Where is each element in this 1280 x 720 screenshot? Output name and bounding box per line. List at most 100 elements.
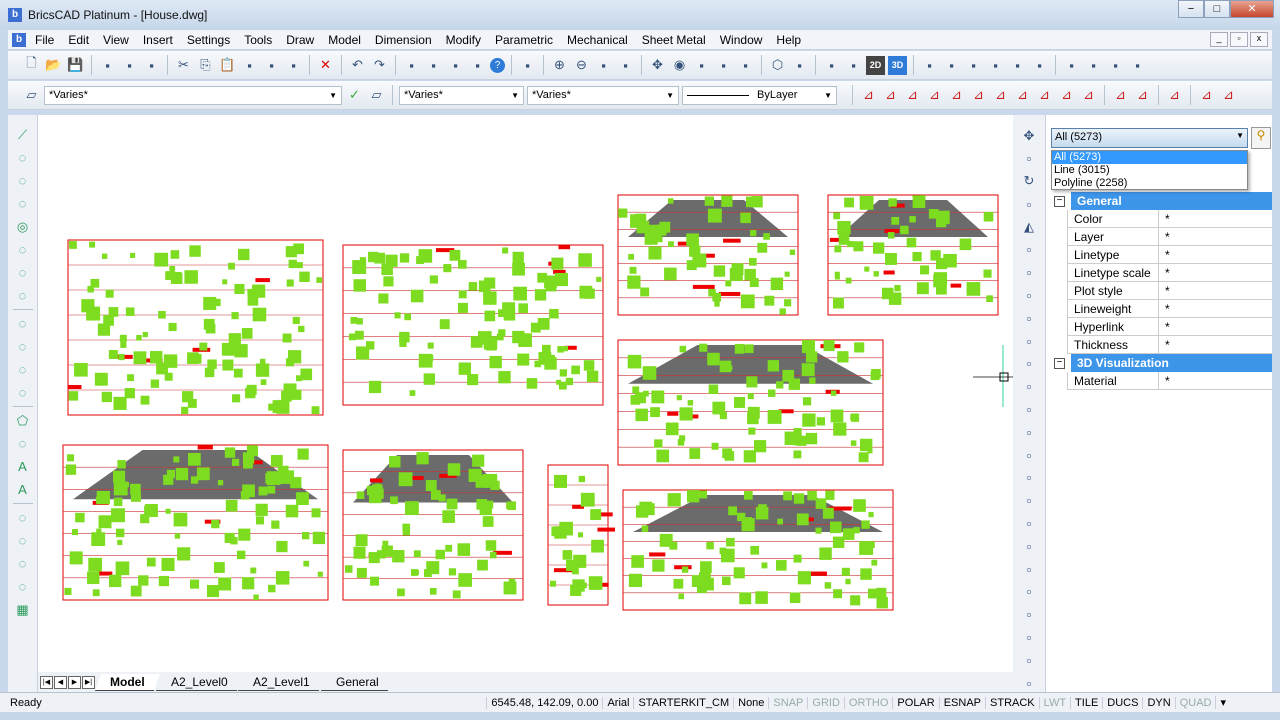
option-line[interactable]: Line (3015) [1052,164,1247,177]
menu-insert[interactable]: Insert [136,33,180,47]
toggle-quad[interactable]: QUAD [1174,696,1216,709]
undo-icon[interactable]: ↶ [348,56,367,75]
property-row[interactable]: Layer * [1067,228,1272,246]
menu-mechanical[interactable]: Mechanical [560,33,635,47]
selection-filter-combo[interactable]: All (5273) ▼ [1051,128,1248,148]
tab-general[interactable]: General [321,673,394,691]
snap-nearest-icon[interactable]: ⊿ [1079,86,1098,105]
insert-block-icon[interactable]: ◌ [13,531,32,550]
tab-a2-level1[interactable]: A2_Level1 [238,673,326,691]
dim-center-icon[interactable]: ▪ [1128,56,1147,75]
select-icon[interactable]: ▪ [284,56,303,75]
last-tab-button[interactable]: ▶| [82,675,95,689]
toggle-snap[interactable]: SNAP [768,696,807,709]
property-value[interactable]: * [1159,228,1272,245]
menu-view[interactable]: View [96,33,136,47]
properties-icon[interactable]: ▪ [402,56,421,75]
property-value[interactable]: * [1159,318,1272,335]
linetype-combo[interactable]: *Varies* ▼ [527,85,679,105]
polygon-icon[interactable]: ⬠ [13,411,32,430]
copy-entity-icon[interactable]: ▫ [1020,150,1039,168]
delete-icon[interactable]: ✕ [316,56,335,75]
ellipse-icon[interactable]: ◌ [13,383,32,402]
perspective-icon[interactable]: ▪ [736,56,755,75]
render-icon[interactable]: ▪ [790,56,809,75]
chamfer-icon[interactable]: ▫ [1020,446,1039,464]
dim-diameter-icon[interactable]: ▪ [1030,56,1049,75]
snap-endpoint-icon[interactable]: ⊿ [859,86,878,105]
menu-settings[interactable]: Settings [180,33,237,47]
rectangle-icon[interactable]: ◌ [13,171,32,190]
cut-icon[interactable]: ✂ [174,56,193,75]
zoom-out-icon[interactable]: ⊖ [572,56,591,75]
snap-intersection-icon[interactable]: ⊿ [969,86,988,105]
status-none[interactable]: None [733,696,768,709]
orbit-icon[interactable]: ◉ [670,56,689,75]
zoom-window-icon[interactable]: ▪ [594,56,613,75]
lineweight-combo[interactable]: ByLayer ▼ [682,85,837,105]
snap-none-icon[interactable]: ⊿ [1165,86,1184,105]
view-3d-icon[interactable]: 3D [888,55,907,75]
snapshot-icon[interactable]: ▪ [714,56,733,75]
menu-draw[interactable]: Draw [279,33,321,47]
layers-icon[interactable]: ▪ [424,56,443,75]
property-row[interactable]: Material * [1067,372,1272,390]
property-value[interactable]: * [1159,264,1272,281]
toggle-ortho[interactable]: ORTHO [843,696,893,709]
mirror-3d-icon[interactable]: ▫ [1020,241,1039,259]
dim-angle-icon[interactable]: ▪ [986,56,1005,75]
zoom-previous-icon[interactable]: ▪ [616,56,635,75]
option-polyline[interactable]: Polyline (2258) [1052,177,1247,190]
explode-icon[interactable]: ▫ [1020,492,1039,510]
dim-arc-icon[interactable]: ▪ [964,56,983,75]
print-preview-icon[interactable]: ▪ [98,56,117,75]
lengthen-icon[interactable]: ▫ [1020,537,1039,555]
circle-icon[interactable]: ◎ [13,217,32,236]
tab-a2-level0[interactable]: A2_Level0 [155,673,243,691]
pan-icon[interactable]: ✥ [648,56,667,75]
tab-model[interactable]: Model [94,673,160,691]
divide-icon[interactable]: ▫ [1020,629,1039,647]
table-icon[interactable]: ▦ [13,600,32,619]
hatch-icon[interactable]: ◌ [13,434,32,453]
ucs-icon[interactable]: ▪ [692,56,711,75]
stretch-icon[interactable]: ▫ [1020,309,1039,327]
edit-polyline-icon[interactable]: ▫ [1020,560,1039,578]
status-menu-arrow-icon[interactable]: ▾ [1215,696,1230,709]
toggle-ducs[interactable]: DUCS [1102,696,1142,709]
arc-icon[interactable]: ◌ [13,194,32,213]
toggle-strack[interactable]: STRACK [985,696,1039,709]
break-icon[interactable]: ▫ [1020,401,1039,419]
polyline-icon[interactable]: ◌ [13,148,32,167]
regen-icon[interactable]: ▪ [518,56,537,75]
array-icon[interactable]: ▫ [1020,264,1039,282]
prev-tab-button[interactable]: ◀ [54,675,67,689]
snap-tangent-icon[interactable]: ⊿ [1057,86,1076,105]
property-row[interactable]: Linetype scale * [1067,264,1272,282]
match-properties-icon[interactable]: ▪ [240,56,259,75]
fillet-3d-icon[interactable]: ▫ [1020,651,1039,669]
join-icon[interactable]: ▫ [1020,423,1039,441]
minimize-button[interactable]: − [1178,0,1204,18]
toggle-esnap[interactable]: ESNAP [938,696,985,709]
dim-baseline-icon[interactable]: ▪ [1062,56,1081,75]
next-tab-button[interactable]: ▶ [68,675,81,689]
layer-combo[interactable]: *Varies* ▼ [44,85,342,105]
collapse-icon[interactable]: − [1054,357,1065,369]
property-row[interactable]: Thickness * [1067,336,1272,354]
redo-icon[interactable]: ↷ [370,56,389,75]
region-icon[interactable]: ◌ [13,314,32,333]
rotate-3d-icon[interactable]: ▫ [1020,195,1039,213]
mtext-icon[interactable]: A [13,480,32,499]
view-front-icon[interactable]: ▪ [844,56,863,75]
save-icon[interactable]: 💾 [66,56,85,75]
dim-tolerance-icon[interactable]: ▪ [1106,56,1125,75]
snap-track-icon[interactable]: ⊿ [1219,86,1238,105]
snap-midpoint-icon[interactable]: ⊿ [881,86,900,105]
revision-cloud-icon[interactable]: ◌ [13,263,32,282]
text-style[interactable]: Arial [602,696,633,709]
view-2d-icon[interactable]: 2D [866,55,885,75]
pick-color-icon[interactable]: ▪ [262,56,281,75]
extend-icon[interactable]: ▫ [1020,378,1039,396]
toggle-lwt[interactable]: LWT [1038,696,1070,709]
